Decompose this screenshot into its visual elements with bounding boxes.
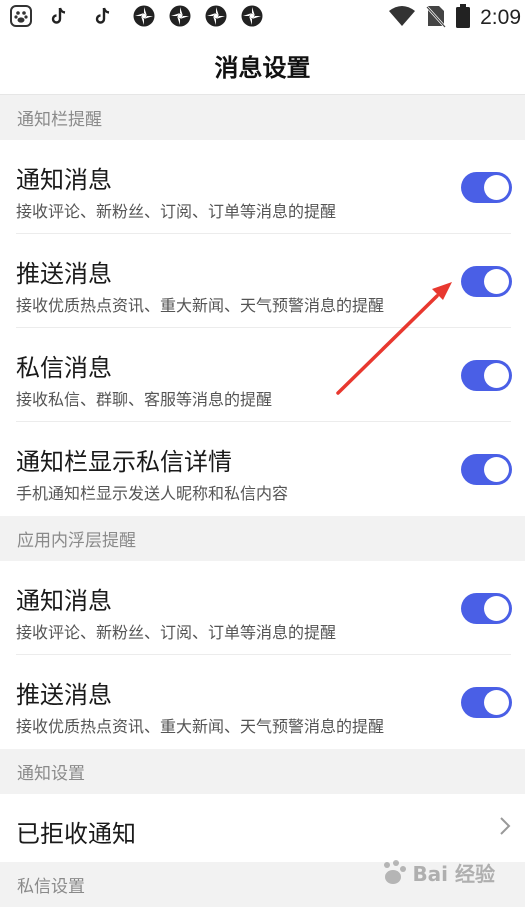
status-time: 2:09 (480, 6, 521, 29)
app-bar: 消息设置 (0, 36, 525, 95)
toggle-knob (484, 175, 509, 200)
setting-row-in-app-push-message[interactable]: 推送消息 接收优质热点资讯、重大新闻、天气预警消息的提醒 (0, 655, 525, 749)
baidu-jingyan-watermark: Bai 经验 (378, 857, 495, 887)
section-header-label: 通知栏提醒 (17, 110, 102, 130)
aperture-icon (240, 4, 264, 32)
section-header-notification-bar: 通知栏提醒 (0, 95, 525, 140)
rejected-notifications-row[interactable]: 已拒收通知 (0, 794, 525, 862)
setting-description: 接收优质热点资讯、重大新闻、天气预警消息的提醒 (16, 717, 385, 736)
setting-description: 接收私信、群聊、客服等消息的提醒 (16, 390, 273, 409)
setting-title: 私信消息 (16, 354, 112, 382)
wifi-icon (388, 5, 416, 31)
battery-icon (456, 4, 471, 32)
tiktok-icon (50, 6, 68, 30)
baidu-app-icon (10, 5, 32, 31)
chevron-right-icon (499, 816, 511, 840)
toggle-knob (484, 596, 509, 621)
aperture-icon (204, 4, 228, 32)
setting-title: 通知消息 (16, 587, 112, 615)
section-header-in-app: 应用内浮层提醒 (0, 516, 525, 561)
setting-row-private-message[interactable]: 私信消息 接收私信、群聊、客服等消息的提醒 (0, 328, 525, 422)
toggle-knob (484, 690, 509, 715)
section-header-notification-settings: 通知设置 (0, 749, 525, 794)
page-title: 消息设置 (214, 53, 311, 82)
setting-row-notification-message[interactable]: 通知消息 接收评论、新粉丝、订阅、订单等消息的提醒 (0, 140, 525, 234)
push-message-toggle[interactable] (461, 266, 512, 297)
toggle-knob (484, 269, 509, 294)
setting-description: 接收评论、新粉丝、订阅、订单等消息的提醒 (16, 202, 337, 221)
toggle-knob (484, 457, 509, 482)
setting-row-in-app-notification-message[interactable]: 通知消息 接收评论、新粉丝、订阅、订单等消息的提醒 (0, 561, 525, 655)
setting-description: 接收优质热点资讯、重大新闻、天气预警消息的提醒 (16, 296, 385, 315)
show-private-detail-toggle[interactable] (461, 454, 512, 485)
baidu-paw-icon (384, 860, 407, 884)
section-header-label: 私信设置 (17, 877, 85, 897)
setting-row-push-message[interactable]: 推送消息 接收优质热点资讯、重大新闻、天气预警消息的提醒 (0, 234, 525, 328)
private-message-toggle[interactable] (461, 360, 512, 391)
setting-title: 推送消息 (16, 681, 112, 709)
setting-title: 通知消息 (16, 166, 112, 194)
setting-title: 通知栏显示私信详情 (16, 448, 232, 476)
setting-description: 手机通知栏显示发送人昵称和私信内容 (16, 484, 289, 503)
notification-message-toggle[interactable] (461, 172, 512, 203)
section-header-label: 应用内浮层提醒 (17, 531, 136, 551)
rejected-notifications-label: 已拒收通知 (16, 820, 136, 848)
aperture-icon (132, 4, 156, 32)
no-sim-icon (426, 4, 447, 32)
tiktok-icon (94, 6, 112, 30)
watermark-text: Bai 经验 (412, 861, 495, 886)
setting-row-show-private-detail[interactable]: 通知栏显示私信详情 手机通知栏显示发送人昵称和私信内容 (0, 422, 525, 516)
aperture-icon (168, 4, 192, 32)
status-bar: 2:09 (0, 0, 525, 36)
toggle-knob (484, 363, 509, 388)
setting-description: 接收评论、新粉丝、订阅、订单等消息的提醒 (16, 623, 337, 642)
in-app-push-message-toggle[interactable] (461, 687, 512, 718)
setting-title: 推送消息 (16, 260, 112, 288)
in-app-notification-message-toggle[interactable] (461, 593, 512, 624)
section-header-label: 通知设置 (17, 764, 85, 784)
